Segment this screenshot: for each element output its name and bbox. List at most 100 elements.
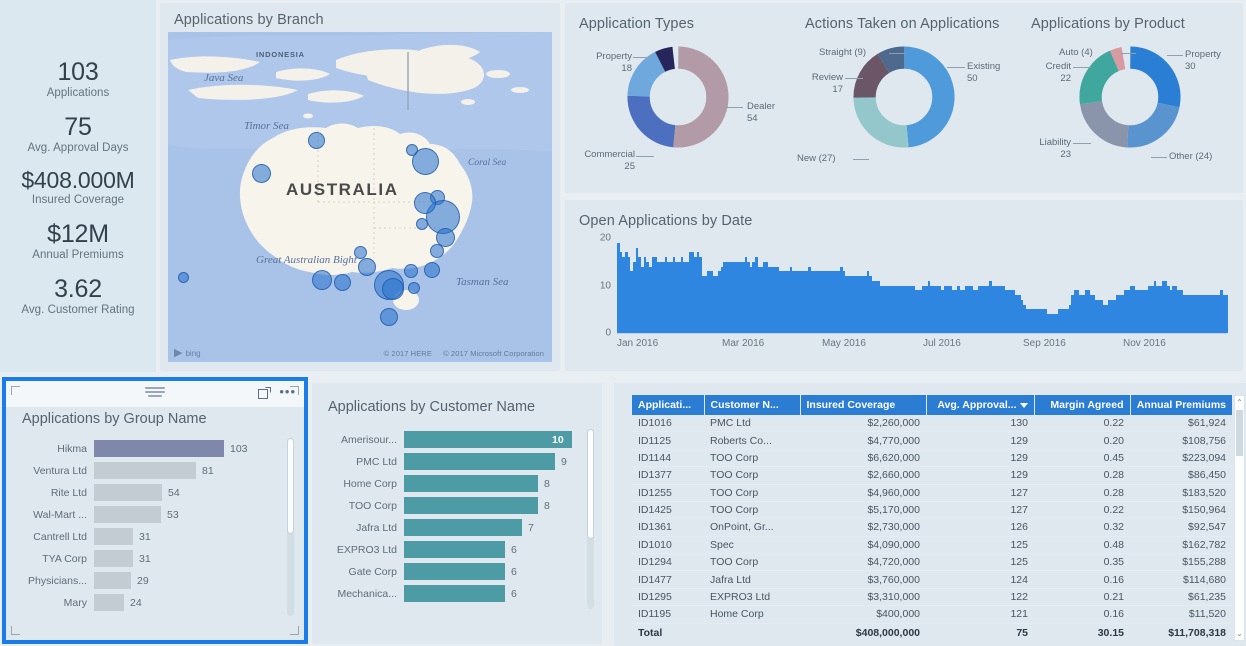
bar-fill[interactable] bbox=[404, 497, 538, 514]
table-row[interactable]: ID1255 TOO Corp $4,960,000 127 0.28 $183,520 bbox=[632, 484, 1232, 502]
bar-row[interactable]: Jafra Ltd 7 bbox=[326, 517, 580, 538]
bar-row[interactable]: Cantrell Ltd 31 bbox=[16, 526, 280, 547]
bar-fill[interactable] bbox=[404, 519, 522, 536]
table-cell: 129 bbox=[926, 466, 1034, 485]
donut-label-liability: Liability 23 bbox=[1039, 137, 1071, 160]
table-cell: ID1294 bbox=[632, 553, 704, 572]
map-bubble[interactable] bbox=[252, 164, 271, 183]
bar-row[interactable]: Wal-Mart ... 53 bbox=[16, 504, 280, 525]
bar-category-label: Home Corp bbox=[343, 477, 397, 490]
kpi-card-insured-coverage: $408.000M Insured Coverage bbox=[0, 161, 156, 214]
table-row[interactable]: ID1195 Home Corp $400,000 121 0.16 $11,520 bbox=[632, 605, 1232, 624]
bar-row[interactable]: EXPRO3 Ltd 6 bbox=[326, 539, 580, 560]
timeseries-bar[interactable] bbox=[1225, 295, 1228, 333]
table-row[interactable]: ID1477 Jafra Ltd $3,760,000 124 0.16 $114,680 bbox=[632, 570, 1232, 589]
bar-fill[interactable] bbox=[94, 550, 133, 567]
table-cell: PMC Ltd bbox=[704, 415, 800, 433]
bar-fill[interactable] bbox=[94, 594, 124, 611]
bar-row[interactable]: Physicians... 29 bbox=[16, 570, 280, 591]
table-row[interactable]: ID1295 EXPRO3 Ltd $3,310,000 122 0.21 $61,235 bbox=[632, 588, 1232, 607]
bar-value-label: 8 bbox=[544, 477, 550, 490]
map-bubble[interactable] bbox=[334, 274, 351, 291]
bar-row[interactable]: PMC Ltd 9 bbox=[326, 451, 580, 472]
table-row[interactable]: ID1377 TOO Corp $2,660,000 129 0.28 $86,450 bbox=[632, 466, 1232, 485]
map-bubble[interactable] bbox=[312, 270, 332, 290]
bar-fill[interactable] bbox=[404, 585, 505, 602]
leader-line bbox=[889, 53, 905, 54]
table-cell: $86,450 bbox=[1130, 466, 1232, 485]
donut-applications-by-product[interactable] bbox=[1078, 45, 1182, 149]
bar-fill[interactable] bbox=[94, 462, 196, 479]
bar-value-label: 7 bbox=[528, 521, 534, 534]
map-canvas[interactable]: INDONESIA Java Sea Timor Sea AUSTRALIA G… bbox=[168, 32, 552, 362]
column-header-annual-premiums[interactable]: Annual Premiums bbox=[1130, 395, 1232, 415]
bar-fill[interactable] bbox=[94, 528, 133, 545]
bar-row[interactable]: Hikma 103 bbox=[16, 438, 280, 459]
column-header-avg-approval-days[interactable]: Avg. Approval... bbox=[926, 395, 1035, 415]
bar-row[interactable]: Mechanica... 6 bbox=[326, 583, 580, 604]
map-bubble[interactable] bbox=[424, 262, 440, 278]
bar-fill[interactable] bbox=[94, 506, 161, 523]
map-bubble[interactable] bbox=[382, 278, 404, 300]
map-bubble[interactable] bbox=[354, 246, 367, 259]
donut-actions-taken[interactable] bbox=[852, 45, 956, 149]
table-cell: $5,170,000 bbox=[800, 501, 926, 520]
bar-row[interactable]: Ventura Ltd 81 bbox=[16, 460, 280, 481]
header-text: Margin Agreed bbox=[1050, 399, 1124, 411]
bar-row[interactable]: Amerisour... 10 bbox=[326, 429, 580, 450]
bar-category-label: Mechanica... bbox=[337, 587, 397, 600]
bar-row[interactable]: Rite Ltd 54 bbox=[16, 482, 280, 503]
map-bubble[interactable] bbox=[406, 144, 418, 156]
table-cell: ID1125 bbox=[632, 431, 704, 450]
bar-fill[interactable] bbox=[404, 475, 538, 492]
scrollbar-thumb[interactable] bbox=[1236, 410, 1243, 456]
bar-value-label: 24 bbox=[130, 596, 142, 609]
bar-fill[interactable] bbox=[404, 453, 555, 470]
scroll-down-icon[interactable]: ⌄ bbox=[1235, 629, 1244, 638]
donut-label-credit: Credit 22 bbox=[1045, 61, 1071, 84]
map-bubble[interactable] bbox=[408, 282, 420, 294]
map-bubble[interactable] bbox=[414, 192, 436, 214]
map-bubble[interactable] bbox=[178, 272, 189, 283]
bar-row[interactable]: Home Corp 8 bbox=[326, 473, 580, 494]
bar-fill[interactable] bbox=[404, 563, 505, 580]
bar-fill[interactable] bbox=[404, 431, 572, 448]
bar-row[interactable]: Mary 24 bbox=[16, 592, 280, 613]
scroll-up-icon[interactable]: ⌃ bbox=[1235, 398, 1244, 407]
group-scrollbar[interactable] bbox=[287, 438, 294, 616]
bar-fill[interactable] bbox=[94, 484, 162, 501]
table-row[interactable]: ID1294 TOO Corp $4,720,000 125 0.35 $155,288 bbox=[632, 553, 1232, 572]
bar-fill[interactable] bbox=[94, 440, 224, 457]
bar-fill[interactable] bbox=[94, 572, 131, 589]
customer-scrollbar[interactable] bbox=[587, 429, 594, 609]
map-bubble[interactable] bbox=[416, 218, 428, 230]
map-bubble[interactable] bbox=[308, 132, 325, 149]
chart-title: Applications by Customer Name bbox=[328, 399, 536, 415]
table-row[interactable]: ID1010 Spec $4,090,000 125 0.48 $162,782 bbox=[632, 536, 1232, 555]
map-bubble[interactable] bbox=[430, 244, 444, 258]
map-bubble[interactable] bbox=[358, 258, 376, 276]
bar-row[interactable]: TOO Corp 8 bbox=[326, 495, 580, 516]
table-row[interactable]: ID1425 TOO Corp $5,170,000 127 0.22 $150,964 bbox=[632, 501, 1232, 520]
bar-fill[interactable] bbox=[404, 541, 505, 558]
map-bubble[interactable] bbox=[404, 264, 418, 278]
column-header-application-id[interactable]: Applicati... bbox=[632, 395, 705, 415]
column-header-insured-coverage[interactable]: Insured Coverage bbox=[800, 395, 927, 415]
table-row[interactable]: ID1016 PMC Ltd $2,260,000 130 0.22 $61,924 bbox=[632, 415, 1232, 433]
column-header-margin-agreed[interactable]: Margin Agreed bbox=[1034, 395, 1131, 415]
drag-handle-icon[interactable] bbox=[145, 387, 165, 397]
column-header-customer-name[interactable]: Customer N... bbox=[704, 395, 801, 415]
chart-applications-by-group-name[interactable]: ••• Applications by Group Name Hikma 103 V… bbox=[2, 377, 308, 644]
donut-label-straight: Straight (9) bbox=[819, 47, 866, 58]
table-row[interactable]: ID1361 OnPoint, Gr... $2,730,000 126 0.32 $92… bbox=[632, 518, 1232, 537]
table-scrollbar[interactable]: ⌃ ⌄ bbox=[1234, 395, 1245, 641]
donut-application-types[interactable] bbox=[626, 45, 730, 149]
table-row[interactable]: ID1125 Roberts Co... $4,770,000 129 0.20 $108… bbox=[632, 431, 1232, 450]
bar-row[interactable]: TYA Corp 31 bbox=[16, 548, 280, 569]
customer-bars-list: Amerisour... 10 PMC Ltd 9 Home Corp 8 TOO Corp… bbox=[326, 429, 580, 605]
table-row[interactable]: ID1144 TOO Corp $6,620,000 129 0.45 $223,094 bbox=[632, 449, 1232, 468]
timeseries-plot[interactable]: 20 10 0 bbox=[600, 233, 1228, 339]
focus-mode-icon[interactable] bbox=[258, 386, 272, 399]
bar-row[interactable]: Gate Corp 6 bbox=[326, 561, 580, 582]
map-bubble[interactable] bbox=[380, 308, 398, 326]
